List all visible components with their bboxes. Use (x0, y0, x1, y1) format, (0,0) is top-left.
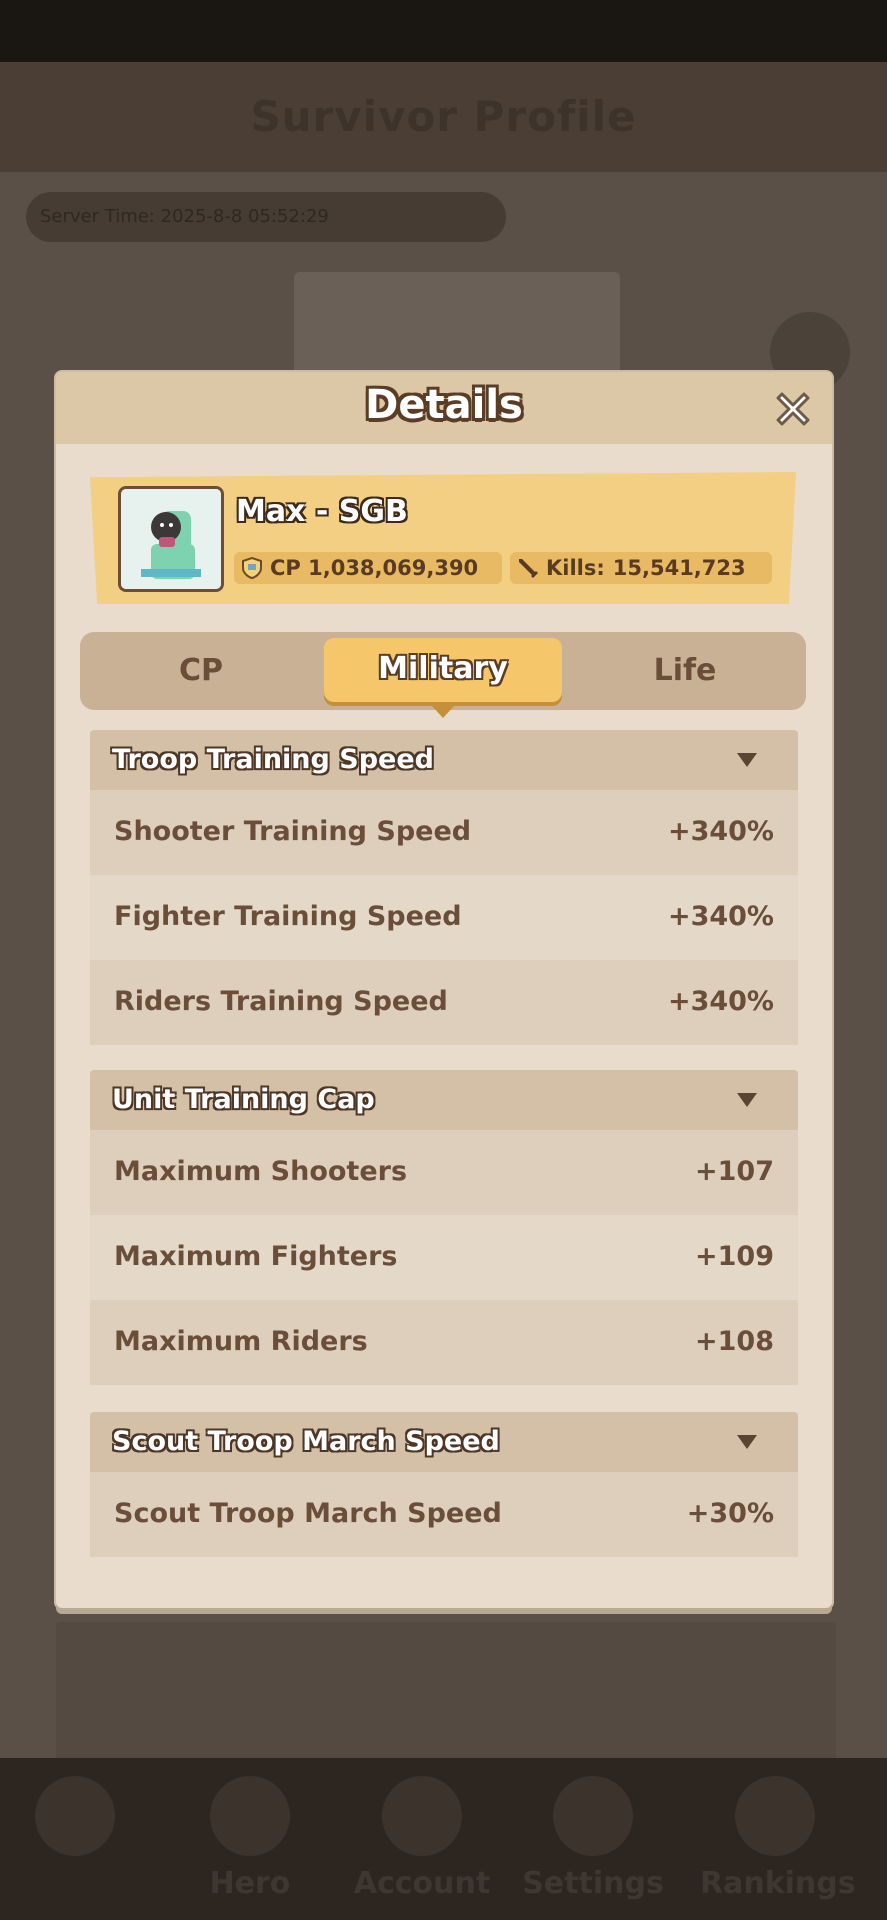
row-value: +340% (667, 901, 774, 932)
caret-down-icon (737, 753, 757, 767)
row-label: Shooter Training Speed (114, 816, 472, 847)
nav-account: Account (347, 1776, 497, 1906)
background-title: Survivor Profile (250, 92, 637, 141)
list-item: Fighter Training Speed +340% (90, 875, 798, 960)
nav-rankings: Rankings (700, 1776, 856, 1906)
caret-down-icon (737, 1093, 757, 1107)
list-item: Shooter Training Speed +340% (90, 790, 798, 875)
details-modal: Details Max - SGB CP 1,038,069,390 Kills… (56, 372, 832, 1608)
row-label: Scout Troop March Speed (114, 1498, 502, 1529)
section-title: Unit Training Cap (112, 1084, 375, 1115)
section-troop-training-speed: Troop Training Speed Shooter Training Sp… (90, 730, 798, 1045)
row-value: +340% (667, 986, 774, 1017)
row-value: +107 (695, 1156, 774, 1187)
list-item: Riders Training Speed +340% (90, 960, 798, 1045)
row-label: Maximum Riders (114, 1326, 368, 1357)
list-item: Maximum Fighters +109 (90, 1215, 798, 1300)
row-label: Maximum Shooters (114, 1156, 408, 1187)
server-time: Server Time: 2025-8-8 05:52:29 (26, 192, 506, 242)
kills-value: 15,541,723 (612, 556, 746, 580)
rankings-icon (735, 1776, 815, 1856)
tab-military[interactable]: Military (324, 638, 562, 718)
row-label: Fighter Training Speed (114, 901, 462, 932)
section-header[interactable]: Unit Training Cap (90, 1070, 798, 1130)
list-item: Scout Troop March Speed +30% (90, 1472, 798, 1557)
account-icon (382, 1776, 462, 1856)
section-title: Scout Troop March Speed (112, 1426, 500, 1457)
section-header[interactable]: Troop Training Speed (90, 730, 798, 790)
row-value: +340% (667, 816, 774, 847)
caret-down-icon (737, 1435, 757, 1449)
section-scout-troop-march-speed: Scout Troop March Speed Scout Troop Marc… (90, 1412, 798, 1557)
cp-value: CP 1,038,069,390 (270, 556, 479, 580)
nav-hero: Hero (175, 1776, 325, 1906)
background-panel (56, 1622, 836, 1762)
player-name: Max - SGB (236, 494, 408, 529)
bottom-nav: Hero Account Settings Rankings (0, 1758, 887, 1920)
tab-cp[interactable]: CP (80, 632, 322, 710)
row-value: +108 (695, 1326, 774, 1357)
row-label: Riders Training Speed (114, 986, 448, 1017)
list-item: Maximum Riders +108 (90, 1300, 798, 1385)
kills-label: Kills: (546, 556, 605, 580)
section-header[interactable]: Scout Troop March Speed (90, 1412, 798, 1472)
row-label: Maximum Fighters (114, 1241, 398, 1272)
modal-title: Details (365, 382, 523, 428)
nav-back (0, 1776, 150, 1906)
tab-life[interactable]: Life (564, 632, 806, 710)
background-header: Survivor Profile (0, 62, 887, 172)
section-title: Troop Training Speed (112, 744, 434, 775)
sword-icon (519, 559, 538, 578)
settings-icon (553, 1776, 633, 1856)
close-button[interactable] (770, 386, 816, 432)
tab-bar: CP Military Life (80, 632, 806, 718)
section-unit-training-cap: Unit Training Cap Maximum Shooters +107 … (90, 1070, 798, 1385)
avatar-image (121, 489, 221, 589)
kills-stat: Kills: 15,541,723 (510, 552, 772, 584)
shield-icon (242, 556, 262, 580)
cp-stat: CP 1,038,069,390 (234, 552, 502, 584)
avatar[interactable] (118, 486, 224, 592)
hero-icon (210, 1776, 290, 1856)
list-item: Maximum Shooters +107 (90, 1130, 798, 1215)
row-value: +109 (695, 1241, 774, 1272)
nav-settings: Settings (518, 1776, 668, 1906)
close-icon (776, 392, 810, 426)
row-value: +30% (686, 1498, 774, 1529)
back-icon (35, 1776, 115, 1856)
